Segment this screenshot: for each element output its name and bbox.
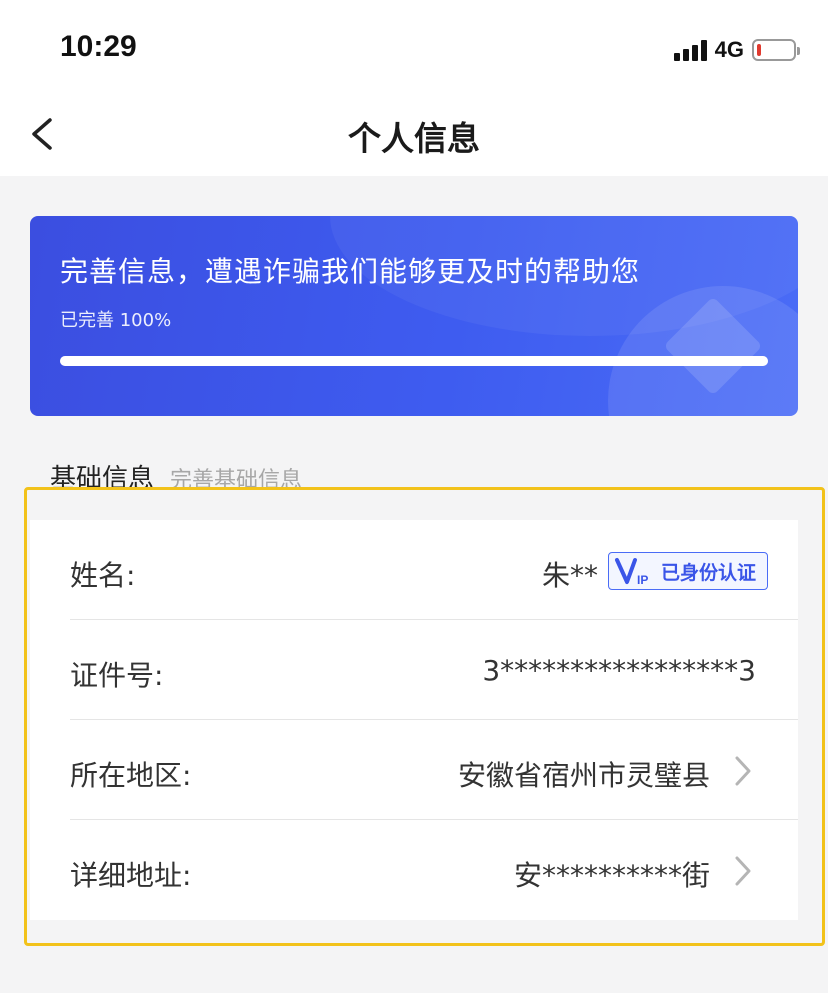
battery-icon (752, 39, 800, 61)
chevron-right-icon (735, 856, 751, 886)
banner-title: 完善信息，遭遇诈骗我们能够更及时的帮助您 (60, 255, 641, 288)
name-value: 朱** (541, 559, 598, 592)
vip-icon: IP (615, 558, 648, 587)
status-bar: 10:29 4G (0, 0, 828, 96)
signal-icon (673, 39, 707, 61)
progress-fill (60, 356, 768, 366)
row-region[interactable]: 所在地区: 安徽省宿州市灵璧县 (30, 720, 798, 820)
chevron-right-icon (735, 756, 751, 786)
region-value: 安徽省宿州市灵璧县 (457, 759, 710, 792)
row-address[interactable]: 详细地址: 安**********街 (30, 820, 798, 920)
id-number-label: 证件号: (70, 659, 164, 692)
id-number-value: 3*****************3 (482, 654, 756, 687)
region-label: 所在地区: (70, 759, 192, 792)
address-value: 安**********街 (513, 859, 710, 892)
name-label: 姓名: (70, 559, 136, 592)
status-indicators: 4G (673, 36, 800, 64)
verified-badge-label: 已身份认证 (661, 561, 757, 584)
row-id-number: 证件号: 3*****************3 (30, 620, 798, 720)
completion-percent: 已完善 100% (60, 310, 172, 331)
completion-banner: 完善信息，遭遇诈骗我们能够更及时的帮助您 已完善 100% (30, 216, 798, 416)
battery-level (757, 44, 761, 56)
nav-bar: 个人信息 (0, 96, 828, 176)
network-type: 4G (714, 37, 744, 62)
address-label: 详细地址: (70, 859, 192, 892)
basic-info-card: 姓名: 朱** IP 已身份认证 证件号: 3*****************… (30, 520, 798, 920)
verified-badge: IP 已身份认证 (608, 552, 768, 590)
svg-text:IP: IP (637, 573, 648, 587)
status-time: 10:29 (60, 30, 137, 63)
page-title: 个人信息 (348, 119, 480, 158)
row-name: 姓名: 朱** IP 已身份认证 (30, 520, 798, 620)
progress-bar (60, 356, 768, 366)
